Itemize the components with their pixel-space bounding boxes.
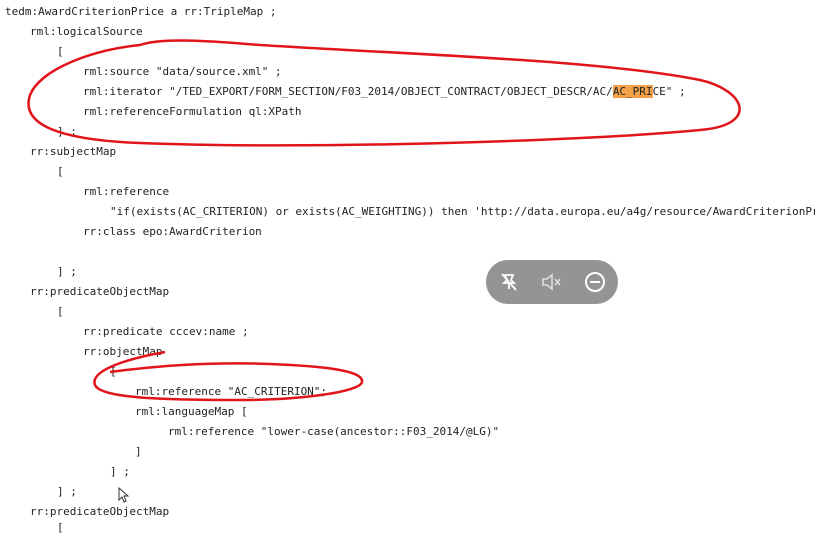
- code-line: [: [57, 165, 64, 178]
- code-line: ] ;: [110, 465, 130, 478]
- code-line: [: [57, 45, 64, 58]
- code-line: rr:predicateObjectMap: [30, 285, 170, 298]
- code-line: rr:predicate cccev:name ;: [83, 325, 249, 338]
- code-line: rml:source "data/source.xml" ;: [83, 65, 282, 78]
- code-line: rml:logicalSource: [30, 25, 143, 38]
- minus-circle-icon[interactable]: [582, 269, 608, 295]
- code-line: [: [110, 365, 117, 378]
- code-line: [: [57, 521, 64, 534]
- code-line: ]: [135, 445, 142, 458]
- code-line: rml:reference "AC_CRITERION";: [135, 385, 328, 398]
- code-line: rr:predicateObjectMap: [30, 505, 170, 518]
- code-line: [: [57, 305, 64, 318]
- code-line: rr:class epo:AwardCriterion: [83, 225, 262, 238]
- code-line: ] ;: [57, 265, 77, 278]
- code-line: ] ;: [57, 485, 77, 498]
- code-line: rr:subjectMap: [30, 145, 117, 158]
- mouse-cursor-icon: [118, 487, 130, 503]
- pin-off-icon[interactable]: [496, 269, 522, 295]
- code-line: "if(exists(AC_CRITERION) or exists(AC_WE…: [110, 205, 815, 218]
- code-line: rml:iterator "/TED_EXPORT/FORM_SECTION/F…: [83, 85, 686, 99]
- code-line: rml:languageMap [: [135, 405, 248, 418]
- code-line: rml:reference: [83, 185, 170, 198]
- red-annotations: [27, 39, 741, 402]
- floating-toolbar: [486, 260, 618, 304]
- mute-icon[interactable]: [538, 269, 564, 295]
- code-line: tedm:AwardCriterionPrice a rr:TripleMap …: [5, 5, 277, 18]
- code-line: rr:objectMap: [83, 345, 163, 358]
- code-line: rml:reference "lower-case(ancestor::F03_…: [168, 425, 500, 438]
- code-line: ] ;: [57, 125, 77, 138]
- code-line: rml:referenceFormulation ql:XPath: [83, 105, 302, 118]
- iterator-suffix: CE" ;: [652, 85, 686, 98]
- iterator-prefix: rml:iterator "/TED_EXPORT/FORM_SECTION/F…: [83, 85, 613, 98]
- search-highlight: AC_PRI: [612, 85, 653, 98]
